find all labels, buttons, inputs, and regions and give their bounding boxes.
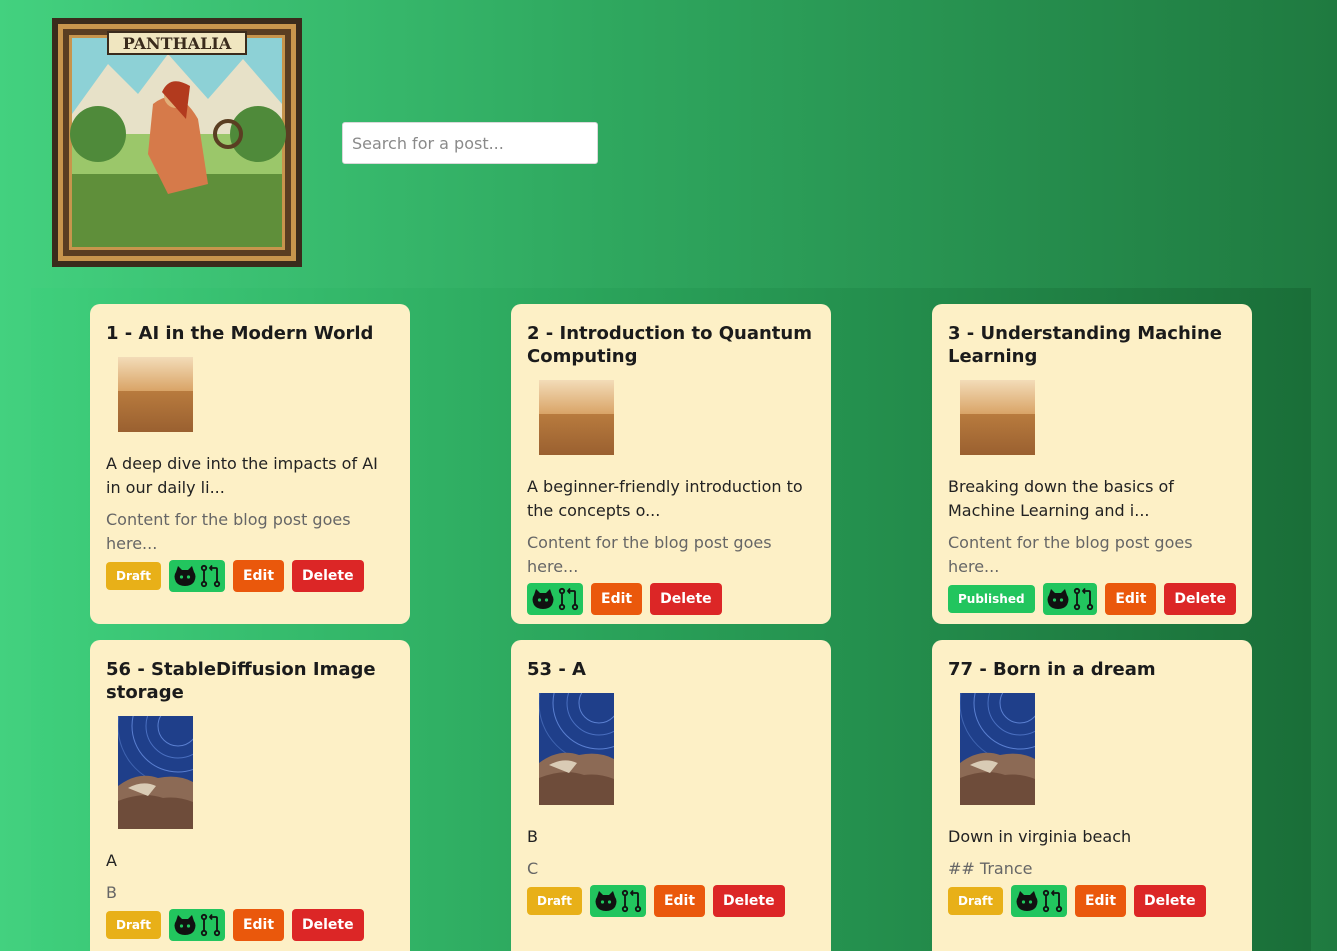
- edit-button[interactable]: Edit: [232, 560, 285, 592]
- github-pr-icon: [174, 913, 221, 937]
- post-excerpt: Down in virginia beach: [948, 827, 1132, 846]
- post-title[interactable]: 77 - Born in a dream: [948, 658, 1236, 681]
- post-content: B: [106, 883, 117, 902]
- github-pr-button[interactable]: [527, 583, 583, 615]
- post-card: 2 - Introduction to Quantum Computing A …: [511, 304, 831, 624]
- post-actions: Published Edit Delete: [948, 583, 1236, 615]
- delete-button[interactable]: Delete: [292, 909, 364, 941]
- post-thumbnail: [539, 380, 614, 455]
- post-actions: Draft Edit Delete: [948, 885, 1236, 917]
- post-thumbnail: [118, 357, 193, 432]
- delete-button[interactable]: Delete: [1134, 885, 1206, 917]
- post-excerpt: Breaking down the basics of Machine Lear…: [948, 477, 1174, 520]
- status-badge: Draft: [106, 911, 161, 939]
- post-actions: Draft Edit Delete: [106, 560, 394, 592]
- edit-button[interactable]: Edit: [1074, 885, 1127, 917]
- github-pr-icon: [174, 564, 221, 588]
- post-card: 53 - A B C Draft Edit Delete: [511, 640, 831, 951]
- github-pr-icon: [1016, 889, 1063, 913]
- github-pr-button[interactable]: [168, 909, 225, 941]
- status-badge: Draft: [948, 887, 1003, 915]
- post-content: Content for the blog post goes here...: [527, 533, 772, 576]
- delete-button[interactable]: Delete: [1164, 583, 1236, 615]
- post-title[interactable]: 53 - A: [527, 658, 815, 681]
- post-content: ## Trance: [948, 859, 1033, 878]
- github-pr-button[interactable]: [589, 885, 646, 917]
- edit-button[interactable]: Edit: [232, 909, 285, 941]
- post-excerpt: B: [527, 827, 538, 846]
- post-title[interactable]: 1 - AI in the Modern World: [106, 322, 394, 345]
- post-title[interactable]: 56 - StableDiffusion Image storage: [106, 658, 394, 704]
- post-thumbnail: [960, 693, 1035, 805]
- post-content: Content for the blog post goes here...: [106, 510, 351, 553]
- post-actions: Edit Delete: [527, 583, 815, 615]
- post-excerpt: A deep dive into the impacts of AI in ou…: [106, 454, 378, 497]
- search-input[interactable]: [342, 122, 598, 164]
- github-pr-button[interactable]: [168, 560, 225, 592]
- github-pr-icon: [595, 889, 642, 913]
- status-badge: Published: [948, 585, 1035, 613]
- post-card: 3 - Understanding Machine Learning Break…: [932, 304, 1252, 624]
- delete-button[interactable]: Delete: [713, 885, 785, 917]
- posts-grid: 1 - AI in the Modern World A deep dive i…: [31, 288, 1311, 951]
- github-pr-icon: [532, 587, 579, 611]
- post-content: C: [527, 859, 539, 878]
- site-logo[interactable]: PANTHALIA: [52, 18, 302, 267]
- post-thumbnail: [539, 693, 614, 805]
- post-thumbnail: [118, 716, 193, 829]
- post-card: 56 - StableDiffusion Image storage A B D…: [90, 640, 410, 951]
- github-pr-button[interactable]: [1042, 583, 1098, 615]
- post-card: 1 - AI in the Modern World A deep dive i…: [90, 304, 410, 624]
- post-actions: Draft Edit Delete: [106, 909, 394, 941]
- delete-button[interactable]: Delete: [292, 560, 364, 592]
- delete-button[interactable]: Delete: [650, 583, 722, 615]
- github-pr-icon: [1047, 587, 1094, 611]
- post-actions: Draft Edit Delete: [527, 885, 815, 917]
- post-title[interactable]: 2 - Introduction to Quantum Computing: [527, 322, 815, 368]
- edit-button[interactable]: Edit: [653, 885, 706, 917]
- post-excerpt: A: [106, 851, 117, 870]
- edit-button[interactable]: Edit: [1105, 583, 1157, 615]
- github-pr-button[interactable]: [1010, 885, 1067, 917]
- edit-button[interactable]: Edit: [591, 583, 643, 615]
- post-thumbnail: [960, 380, 1035, 455]
- logo-wordmark: PANTHALIA: [123, 34, 232, 53]
- post-card: 77 - Born in a dream Down in virginia be…: [932, 640, 1252, 951]
- post-title[interactable]: 3 - Understanding Machine Learning: [948, 322, 1236, 368]
- status-badge: Draft: [527, 887, 582, 915]
- post-content: Content for the blog post goes here...: [948, 533, 1193, 576]
- post-excerpt: A beginner-friendly introduction to the …: [527, 477, 803, 520]
- status-badge: Draft: [106, 562, 161, 590]
